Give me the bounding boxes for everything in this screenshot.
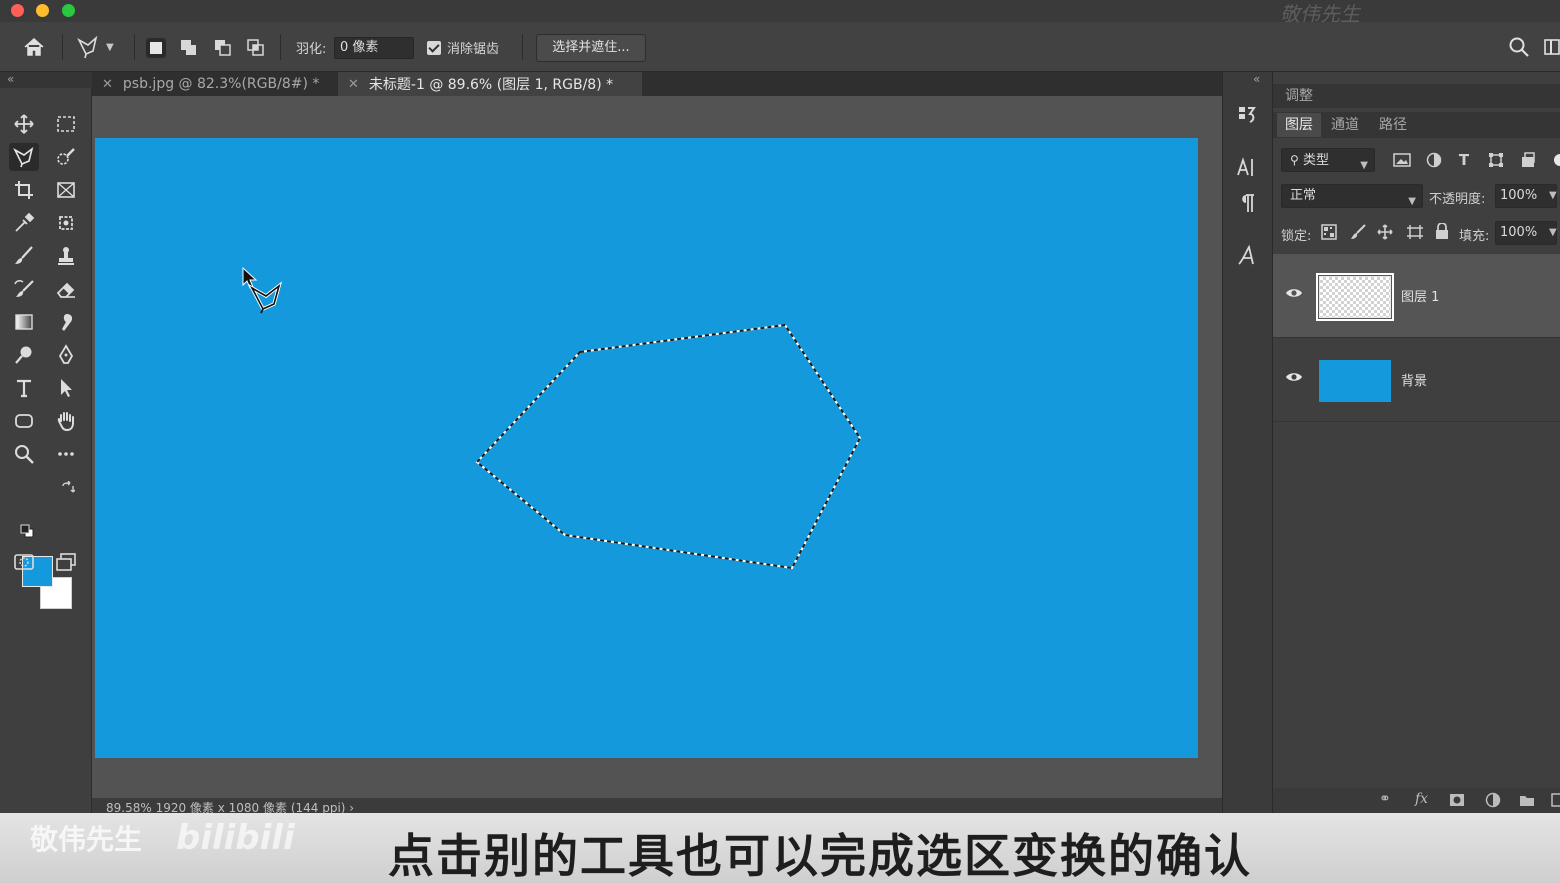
polygonal-lasso-cursor-icon xyxy=(247,281,283,314)
character-icon xyxy=(1237,157,1253,176)
chevron-down-icon[interactable]: ▼ xyxy=(1549,227,1557,238)
lock-transparent-pixels-icon[interactable] xyxy=(1321,224,1337,240)
filter-toggle-icon[interactable] xyxy=(1549,151,1560,169)
tab-layers[interactable]: 图层 xyxy=(1277,113,1321,137)
layer-thumbnail xyxy=(1319,360,1391,402)
layers-panel-group: 调整 图层 通道 路径 ⚲ 类型 ▼ T 正常 ▼ 不透明度: 100% ▼ 锁… xyxy=(1272,72,1560,813)
filter-smart-object-icon[interactable] xyxy=(1519,151,1537,169)
layer-name[interactable]: 图层 1 xyxy=(1401,286,1439,305)
tab-adjustments[interactable]: 调整 xyxy=(1277,84,1321,108)
search-icon: ⚲ xyxy=(1290,153,1299,167)
filter-type-icon[interactable]: T xyxy=(1455,151,1473,169)
filter-pixel-icon[interactable] xyxy=(1393,151,1411,169)
subtitle-caption: 点击别的工具也可以完成选区变换的确认 xyxy=(388,829,1252,883)
filter-label: 类型 xyxy=(1302,153,1329,168)
fx-icon[interactable]: fx xyxy=(1415,791,1428,807)
new-layer-icon[interactable] xyxy=(1551,793,1560,807)
layer-thumbnail xyxy=(1316,273,1394,321)
lock-position-icon[interactable] xyxy=(1377,224,1393,240)
opacity-label: 不透明度: xyxy=(1429,192,1486,207)
filter-adjustment-icon[interactable] xyxy=(1425,151,1443,169)
selection-marquee[interactable] xyxy=(475,323,862,570)
collapsed-panels-strip: « xyxy=(1222,72,1272,813)
adjustments-header: 调整 xyxy=(1273,84,1560,108)
layer-row[interactable]: 背景 xyxy=(1273,338,1560,422)
lock-label: 锁定: xyxy=(1281,229,1312,244)
glyphs-icon xyxy=(1238,244,1254,265)
layer-filter-select[interactable]: ⚲ 类型 ▼ xyxy=(1281,148,1375,172)
chevron-down-icon: ▼ xyxy=(1360,160,1368,171)
layer-filter-row: ⚲ 类型 ▼ T xyxy=(1273,146,1560,174)
lock-image-pixels-icon[interactable] xyxy=(1350,224,1366,240)
visibility-eye-icon[interactable] xyxy=(1285,284,1303,302)
blend-mode-value: 正常 xyxy=(1290,188,1317,203)
new-group-icon[interactable] xyxy=(1519,793,1535,807)
fill-input[interactable]: 100% xyxy=(1495,221,1557,245)
opacity-input[interactable]: 100% xyxy=(1495,184,1557,208)
collapse-panels-icon[interactable]: « xyxy=(1253,72,1260,86)
history-panel-button[interactable] xyxy=(1224,98,1270,132)
character-panel-button[interactable] xyxy=(1224,150,1270,184)
history-icon xyxy=(1239,107,1256,123)
add-mask-icon[interactable] xyxy=(1449,793,1465,807)
tab-channels[interactable]: 通道 xyxy=(1323,113,1367,137)
layer-row[interactable]: 图层 1 xyxy=(1273,254,1560,338)
tab-paths[interactable]: 路径 xyxy=(1371,113,1415,137)
chevron-down-icon: ▼ xyxy=(1408,196,1416,207)
layers-tabs-header: 图层 通道 路径 xyxy=(1273,112,1560,138)
filter-shape-icon[interactable] xyxy=(1487,151,1505,169)
visibility-eye-icon[interactable] xyxy=(1285,368,1303,386)
layers-footer: ⚭ fx xyxy=(1273,788,1560,813)
layer-name[interactable]: 背景 xyxy=(1401,370,1427,389)
paragraph-icon xyxy=(1242,194,1254,212)
paragraph-panel-button[interactable] xyxy=(1224,186,1270,220)
adjustment-layer-icon[interactable] xyxy=(1485,792,1501,808)
selection-marquee-dashes xyxy=(475,323,862,570)
lock-artboard-icon[interactable] xyxy=(1406,224,1424,240)
glyphs-panel-button[interactable] xyxy=(1224,238,1270,272)
fill-label: 填充: xyxy=(1459,229,1490,244)
lock-all-icon[interactable] xyxy=(1435,223,1449,240)
photoshop-window: 敬伟先生 ▼ 羽化: 0 像素 消除锯齿 选择并遮住... « ✕ psb.jp… xyxy=(0,0,1560,883)
link-layers-icon[interactable]: ⚭ xyxy=(1379,791,1391,807)
chevron-down-icon[interactable]: ▼ xyxy=(1549,190,1557,201)
blend-mode-select[interactable]: 正常 ▼ xyxy=(1281,184,1423,208)
